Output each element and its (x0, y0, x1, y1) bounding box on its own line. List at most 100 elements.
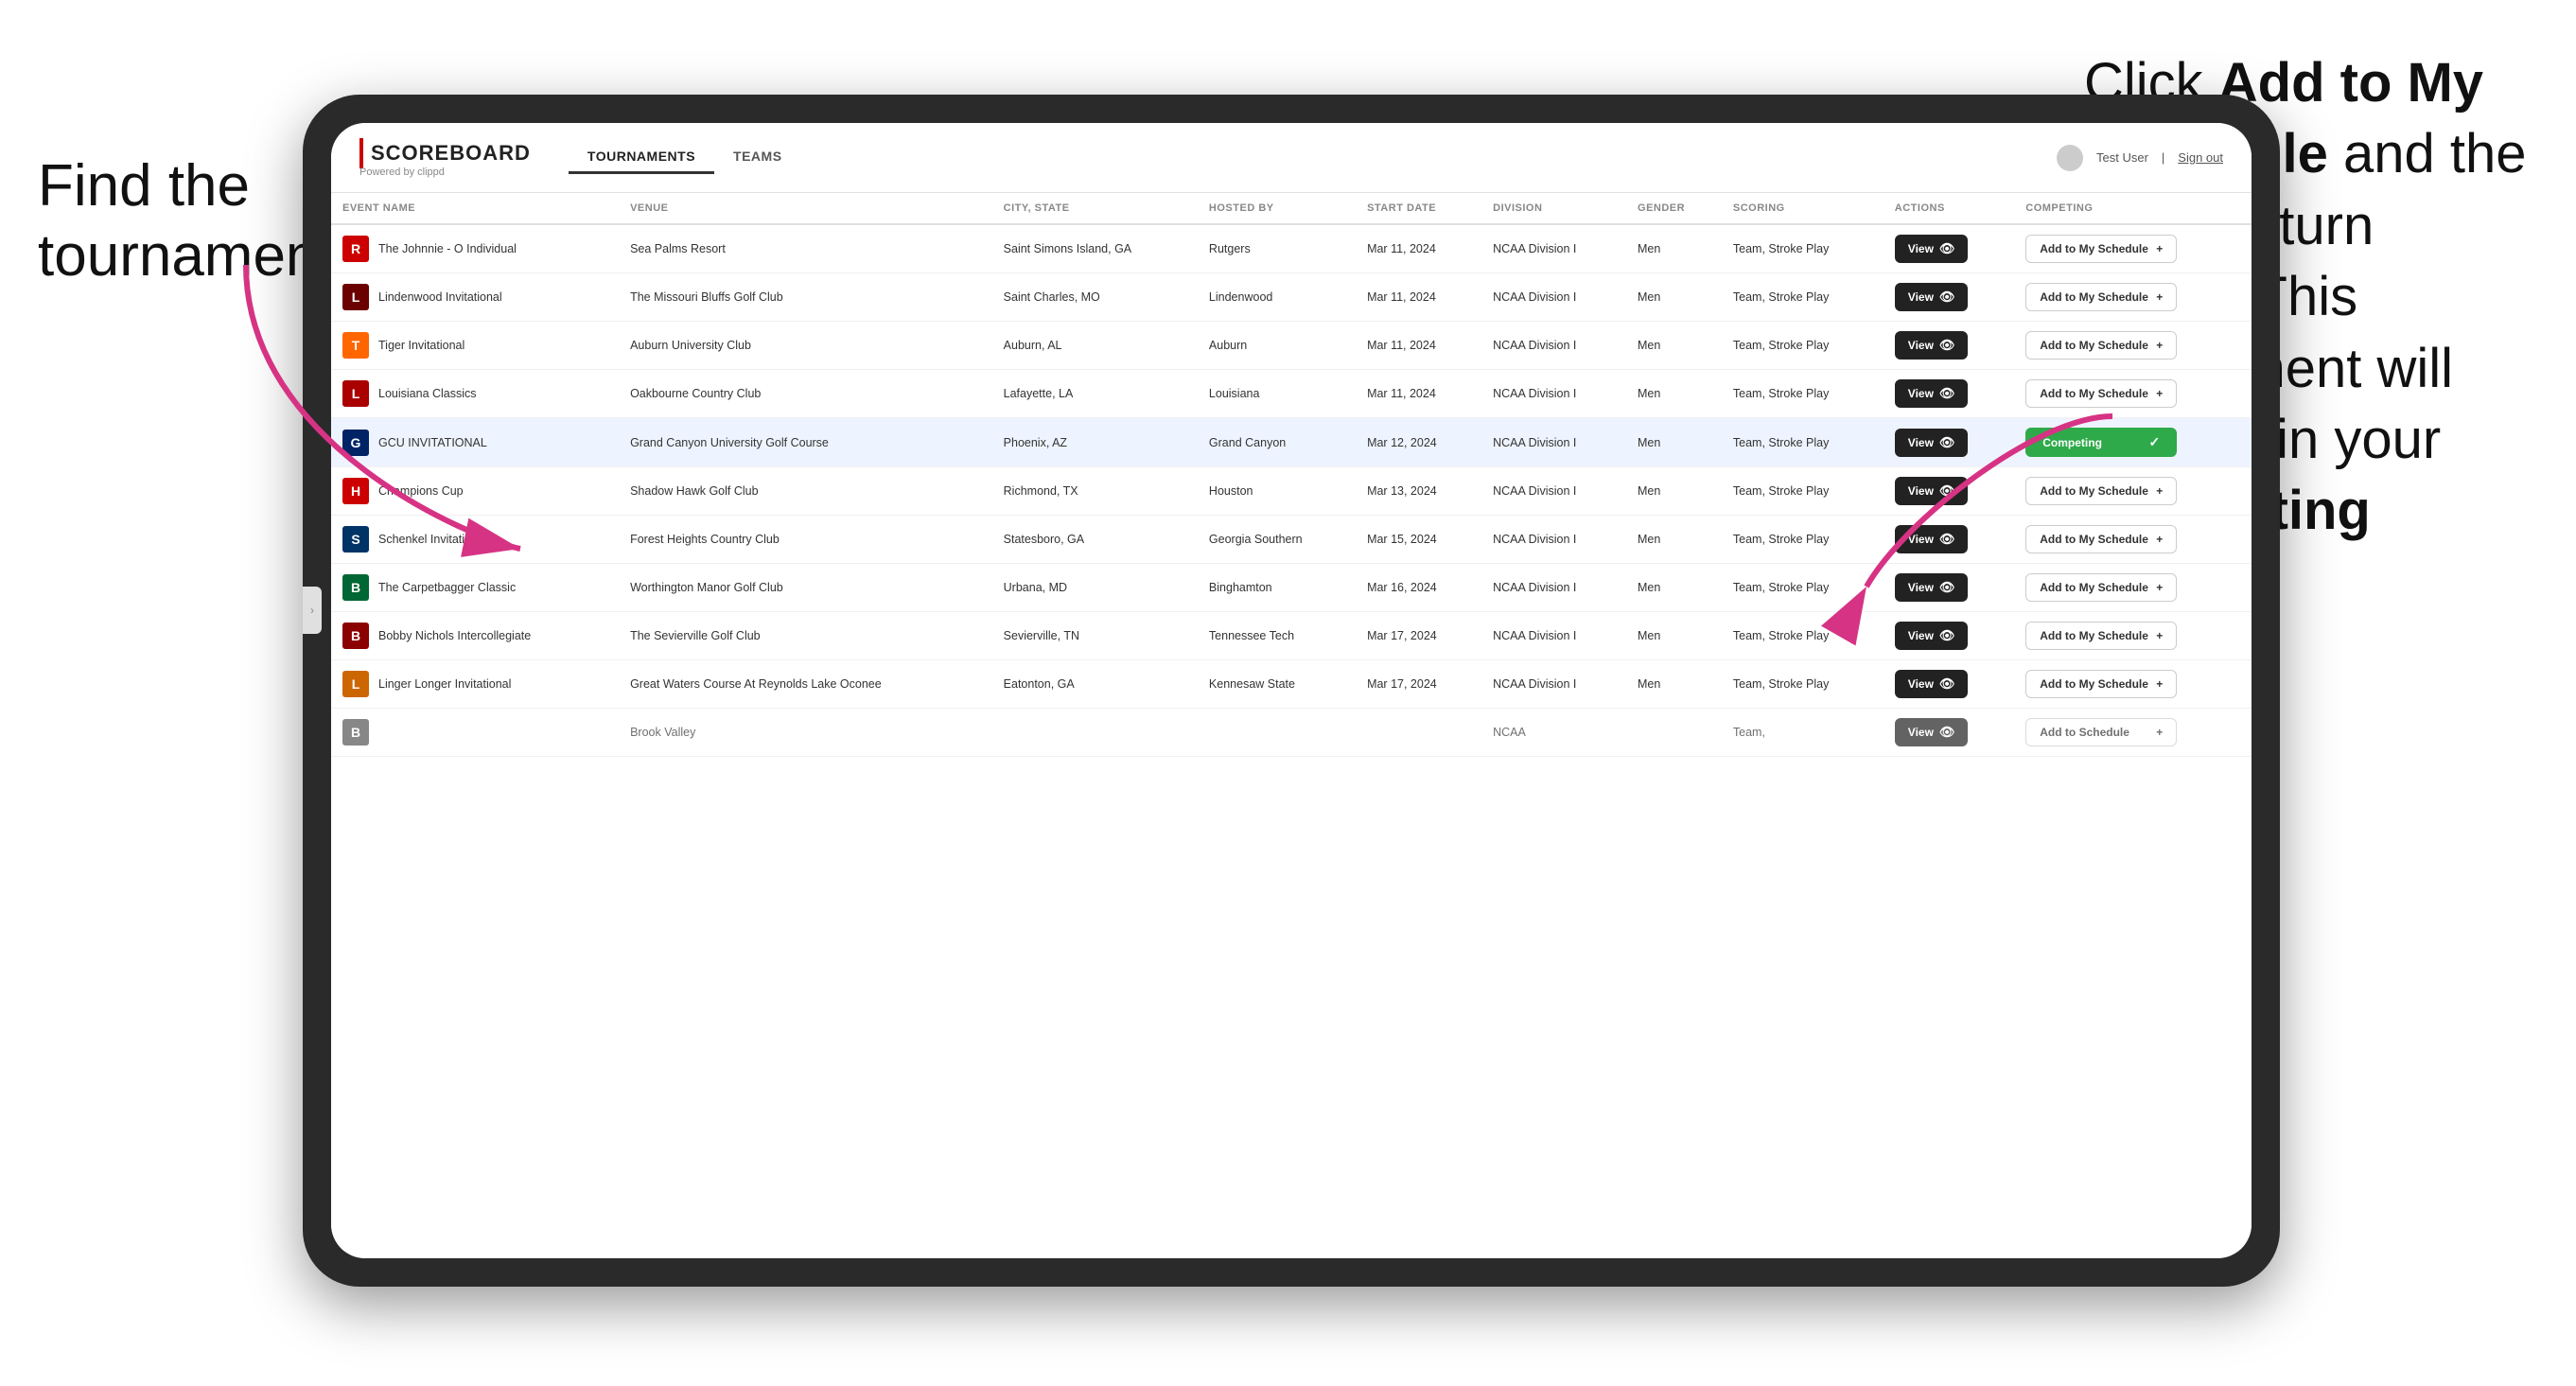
venue-cell: Shadow Hawk Golf Club (619, 467, 992, 516)
city-state-cell (992, 709, 1198, 757)
competing-cell: Add to My Schedule + (2014, 660, 2252, 709)
event-name-cell: B The Carpetbagger Classic (331, 564, 619, 612)
plus-icon: + (2156, 581, 2163, 594)
division-cell: NCAA Division I (1481, 660, 1626, 709)
add-schedule-button[interactable]: Add to My Schedule + (2025, 235, 2177, 263)
nav-tabs: TOURNAMENTS TEAMS (569, 141, 801, 174)
start-date-cell: Mar 11, 2024 (1356, 273, 1481, 322)
eye-icon: 👁 (1939, 241, 1955, 256)
venue-cell: Worthington Manor Golf Club (619, 564, 992, 612)
event-name: The Johnnie - O Individual (378, 242, 517, 255)
plus-icon: + (2156, 726, 2163, 739)
division-cell: NCAA Division I (1481, 418, 1626, 467)
team-logo: B (342, 623, 369, 649)
view-button[interactable]: View 👁 (1895, 670, 1969, 698)
competing-cell: Add to My Schedule + (2014, 224, 2252, 273)
gender-cell: Men (1626, 418, 1722, 467)
division-cell: NCAA Division I (1481, 273, 1626, 322)
add-schedule-label: Add to My Schedule (2040, 290, 2148, 304)
division-cell: NCAA Division I (1481, 612, 1626, 660)
venue-cell: Auburn University Club (619, 322, 992, 370)
eye-icon: 👁 (1939, 338, 1955, 353)
city-state-cell: Phoenix, AZ (992, 418, 1198, 467)
city-state-cell: Sevierville, TN (992, 612, 1198, 660)
plus-icon: + (2156, 387, 2163, 400)
gender-cell: Men (1626, 564, 1722, 612)
city-state-cell: Urbana, MD (992, 564, 1198, 612)
gender-cell: Men (1626, 273, 1722, 322)
view-button[interactable]: View 👁 (1895, 622, 1969, 650)
view-button[interactable]: View 👁 (1895, 718, 1969, 746)
user-avatar (2057, 145, 2083, 171)
add-schedule-button[interactable]: Add to Schedule + (2025, 718, 2177, 746)
competing-cell: Add to My Schedule + (2014, 322, 2252, 370)
venue-cell: Forest Heights Country Club (619, 516, 992, 564)
start-date-cell: Mar 13, 2024 (1356, 467, 1481, 516)
gender-cell: Men (1626, 612, 1722, 660)
hosted-by-cell: Binghamton (1198, 564, 1356, 612)
event-name: The Carpetbagger Classic (378, 581, 516, 594)
gender-cell: Men (1626, 322, 1722, 370)
gender-cell: Men (1626, 660, 1722, 709)
col-actions: ACTIONS (1884, 193, 2014, 224)
col-start-date: START DATE (1356, 193, 1481, 224)
view-button[interactable]: View 👁 (1895, 283, 1969, 311)
right-arrow (1848, 407, 2131, 615)
division-cell: NCAA Division I (1481, 467, 1626, 516)
plus-icon: + (2156, 290, 2163, 304)
plus-icon: + (2156, 629, 2163, 642)
col-scoring: SCORING (1722, 193, 1884, 224)
eye-icon: 👁 (1939, 725, 1955, 740)
sidebar-toggle[interactable]: › (303, 587, 322, 634)
table-row: B Bobby Nichols Intercollegiate The Sevi… (331, 612, 2252, 660)
hosted-by-cell: Rutgers (1198, 224, 1356, 273)
event-name: Linger Longer Invitational (378, 677, 511, 691)
venue-cell: Great Waters Course At Reynolds Lake Oco… (619, 660, 992, 709)
gender-cell: Men (1626, 224, 1722, 273)
gender-cell: Men (1626, 467, 1722, 516)
actions-cell: View 👁 (1884, 612, 2014, 660)
col-city-state: CITY, STATE (992, 193, 1198, 224)
venue-cell: The Missouri Bluffs Golf Club (619, 273, 992, 322)
scoring-cell: Team, Stroke Play (1722, 273, 1884, 322)
hosted-by-cell: Lindenwood (1198, 273, 1356, 322)
view-button[interactable]: View 👁 (1895, 331, 1969, 360)
hosted-by-cell: Louisiana (1198, 370, 1356, 418)
plus-icon: + (2156, 339, 2163, 352)
table-row: L Linger Longer Invitational Great Water… (331, 660, 2252, 709)
add-schedule-button[interactable]: Add to My Schedule + (2025, 379, 2177, 408)
user-section: Test User | Sign out (2057, 145, 2223, 171)
scoring-cell: Team, Stroke Play (1722, 660, 1884, 709)
app-header: SCOREBOARD Powered by clippd TOURNAMENTS… (331, 123, 2252, 193)
city-state-cell: Saint Simons Island, GA (992, 224, 1198, 273)
add-schedule-label: Add to My Schedule (2040, 242, 2148, 255)
division-cell: NCAA Division I (1481, 516, 1626, 564)
hosted-by-cell: Auburn (1198, 322, 1356, 370)
start-date-cell (1356, 709, 1481, 757)
add-schedule-button[interactable]: Add to My Schedule + (2025, 670, 2177, 698)
nav-tab-teams[interactable]: TEAMS (714, 141, 801, 174)
view-button[interactable]: View 👁 (1895, 379, 1969, 408)
add-schedule-button[interactable]: Add to My Schedule + (2025, 283, 2177, 311)
add-schedule-button[interactable]: Add to My Schedule + (2025, 622, 2177, 650)
sign-out-link[interactable]: Sign out (2178, 150, 2223, 165)
check-icon: ✓ (2149, 434, 2161, 450)
start-date-cell: Mar 15, 2024 (1356, 516, 1481, 564)
nav-tab-tournaments[interactable]: TOURNAMENTS (569, 141, 714, 174)
start-date-cell: Mar 17, 2024 (1356, 660, 1481, 709)
actions-cell: View 👁 (1884, 322, 2014, 370)
add-schedule-label: Add to Schedule (2040, 726, 2129, 739)
actions-cell: View 👁 (1884, 273, 2014, 322)
gender-cell (1626, 709, 1722, 757)
event-name-cell: B Bobby Nichols Intercollegiate (331, 612, 619, 660)
table-row: T Tiger Invitational Auburn University C… (331, 322, 2252, 370)
powered-by: Powered by clippd (359, 167, 531, 178)
add-schedule-button[interactable]: Add to My Schedule + (2025, 331, 2177, 360)
venue-cell: The Sevierville Golf Club (619, 612, 992, 660)
view-button[interactable]: View 👁 (1895, 235, 1969, 263)
add-schedule-label: Add to My Schedule (2040, 339, 2148, 352)
start-date-cell: Mar 12, 2024 (1356, 418, 1481, 467)
col-gender: GENDER (1626, 193, 1722, 224)
event-name: Bobby Nichols Intercollegiate (378, 629, 531, 642)
actions-cell: View 👁 (1884, 660, 2014, 709)
